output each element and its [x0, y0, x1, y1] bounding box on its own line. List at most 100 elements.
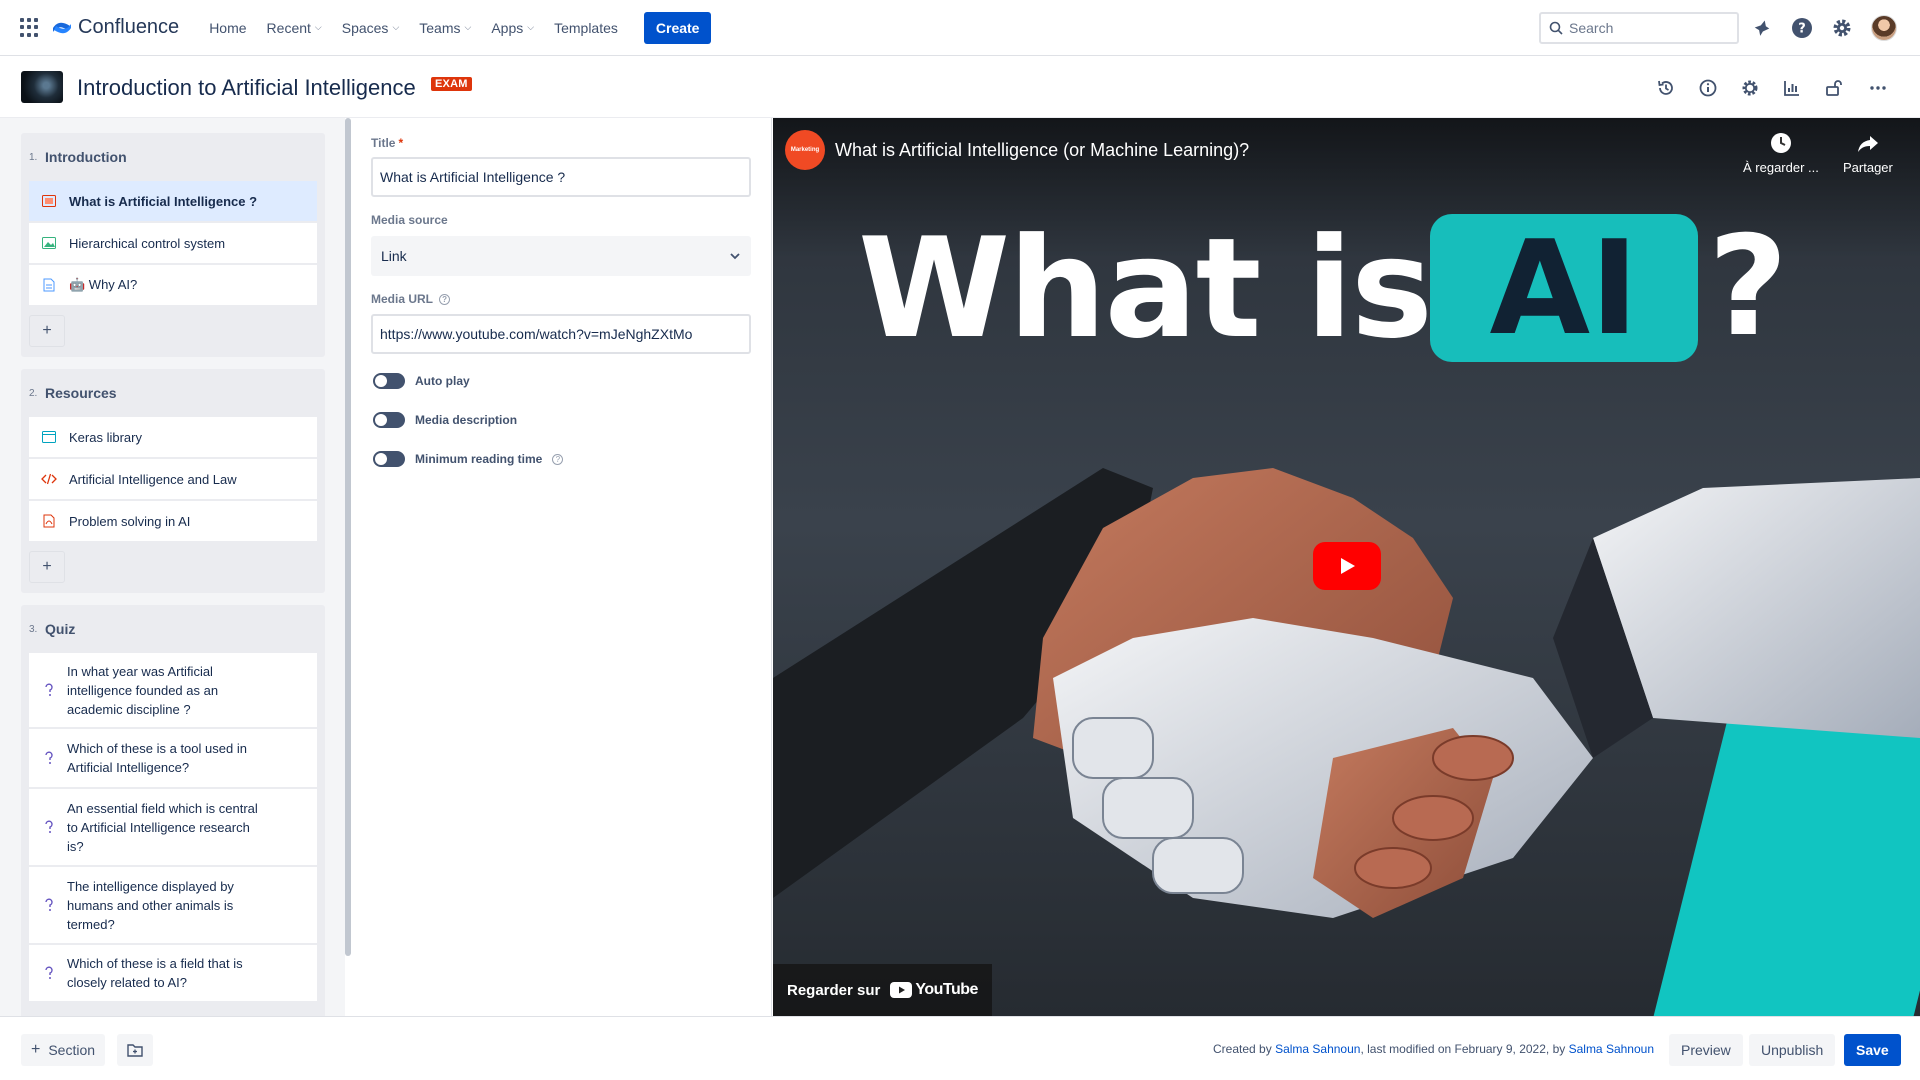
media-source-select[interactable]: Link — [371, 236, 751, 276]
preview-button[interactable]: Preview — [1669, 1034, 1743, 1066]
section-title: Resources — [45, 385, 117, 401]
confluence-logo[interactable]: Confluence — [52, 16, 179, 39]
sidebar-item-quiz-5[interactable]: Which of these is a field that is closel… — [29, 945, 317, 1001]
video-hero-question-mark: ? — [1708, 206, 1789, 367]
add-section-label: Section — [48, 1042, 96, 1058]
play-icon — [1341, 558, 1355, 574]
channel-logo[interactable]: Marketing — [785, 130, 825, 170]
page-settings-icon[interactable] — [1739, 77, 1761, 99]
sidebar: 1. Introduction What is Artificial Intel… — [0, 118, 345, 1016]
modifier-link[interactable]: Salma Sahnoun — [1569, 1042, 1654, 1056]
item-label: Hierarchical control system — [69, 235, 226, 251]
media-url-field[interactable] — [371, 314, 751, 354]
auto-play-toggle[interactable] — [373, 373, 405, 389]
section-title: Introduction — [45, 149, 127, 165]
media-url-label-text: Media URL — [371, 292, 434, 306]
notifications-icon[interactable] — [1750, 16, 1774, 40]
save-button[interactable]: Save — [1844, 1034, 1901, 1066]
nav-teams[interactable]: Teams ⌵ — [409, 20, 481, 36]
quiz-icon — [41, 750, 57, 766]
video-title[interactable]: What is Artificial Intelligence (or Mach… — [835, 140, 1249, 161]
unpublish-button[interactable]: Unpublish — [1749, 1034, 1836, 1066]
web-icon — [41, 429, 57, 445]
chevron-down-icon: ⌵ — [464, 22, 472, 32]
meta-modified: , last modified on February 9, 2022, by — [1360, 1042, 1569, 1056]
sidebar-item-problem-solving[interactable]: Problem solving in AI — [29, 501, 317, 541]
section-header[interactable]: 3. Quiz — [21, 605, 325, 653]
search-box[interactable] — [1539, 12, 1739, 44]
section-quiz: 3. Quiz In what year was Artificial inte… — [21, 605, 325, 1016]
nav-templates[interactable]: Templates — [544, 20, 628, 36]
share-label: Partager — [1843, 160, 1893, 175]
item-label: The intelligence displayed by humans and… — [67, 878, 234, 932]
code-icon — [41, 471, 57, 487]
sidebar-item-quiz-3[interactable]: An essential field which is central to A… — [29, 789, 317, 865]
watch-later-button[interactable]: À regarder ... — [1743, 132, 1819, 175]
minimum-reading-time-toggle[interactable] — [373, 451, 405, 467]
video-hero-ai-box: AI — [1430, 212, 1698, 364]
media-source-label: Media source — [371, 213, 448, 227]
nav-home[interactable]: Home — [199, 20, 256, 36]
quiz-icon — [41, 682, 57, 698]
add-section-button[interactable]: + Section — [21, 1034, 106, 1066]
app-switcher-icon[interactable] — [20, 17, 40, 38]
toggle-media-description: Media description — [373, 412, 517, 428]
unlock-icon[interactable] — [1823, 77, 1845, 99]
nav-spaces[interactable]: Spaces ⌵ — [332, 20, 410, 36]
nav-apps-label: Apps — [491, 19, 524, 36]
section-introduction: 1. Introduction What is Artificial Intel… — [21, 133, 325, 357]
item-label: In what year was Artificial intelligence… — [67, 663, 219, 717]
top-navigation: Confluence Home Recent ⌵ Spaces ⌵ Teams ⌵ A… — [0, 0, 1920, 56]
title-label: Title * — [371, 136, 403, 150]
help-icon[interactable]: ? — [552, 453, 564, 465]
toggle-label: Auto play — [415, 374, 470, 388]
folder-icon — [127, 1044, 143, 1057]
section-header[interactable]: 1. Introduction — [21, 133, 325, 181]
sidebar-item-why-ai[interactable]: 🤖 Why AI? — [29, 265, 317, 305]
required-marker: * — [398, 136, 404, 150]
video-player[interactable]: Marketing What is Artificial Intelligenc… — [773, 118, 1920, 1016]
pdf-icon — [41, 513, 57, 529]
help-icon[interactable]: ? — [1790, 16, 1814, 40]
logo-text: Confluence — [78, 16, 180, 38]
watch-on-label: Regarder sur — [787, 981, 881, 999]
media-form-panel: Title* Media source Link Media URL ? Aut… — [351, 118, 772, 1016]
section-header[interactable]: 2. Resources — [21, 369, 325, 417]
sidebar-item-quiz-1[interactable]: In what year was Artificial intelligence… — [29, 653, 317, 727]
chevron-down-icon: ⌵ — [314, 22, 322, 32]
sidebar-item-what-is-ai[interactable]: What is Artificial Intelligence ? — [29, 181, 317, 221]
create-button[interactable]: Create — [643, 11, 712, 44]
watch-on-youtube-button[interactable]: Regarder sur YouTube — [773, 964, 992, 1016]
media-description-toggle[interactable] — [373, 412, 405, 428]
watch-later-label: À regarder ... — [1743, 160, 1819, 175]
history-icon[interactable] — [1655, 77, 1677, 99]
nav-items: Home Recent ⌵ Spaces ⌵ Teams ⌵ Apps ⌵ Templa… — [199, 11, 712, 44]
play-button[interactable] — [1313, 542, 1381, 590]
info-icon[interactable] — [1697, 77, 1719, 99]
analytics-icon[interactable] — [1781, 77, 1803, 99]
add-folder-button[interactable] — [117, 1034, 153, 1066]
section-number: 2. — [29, 387, 38, 399]
chevron-down-icon: ⌵ — [392, 22, 400, 32]
settings-icon[interactable] — [1830, 16, 1854, 40]
title-field[interactable] — [371, 157, 751, 197]
sidebar-item-ai-law[interactable]: Artificial Intelligence and Law — [29, 459, 317, 499]
item-label: What is Artificial Intelligence ? — [69, 193, 258, 209]
sidebar-item-quiz-4[interactable]: The intelligence displayed by humans and… — [29, 867, 317, 943]
nav-apps[interactable]: Apps ⌵ — [481, 20, 544, 36]
add-item-button[interactable]: + — [29, 551, 65, 583]
svg-text:?: ? — [1798, 22, 1806, 37]
sidebar-item-quiz-2[interactable]: Which of these is a tool used in Artific… — [29, 729, 317, 787]
nav-recent[interactable]: Recent ⌵ — [257, 20, 332, 36]
help-icon[interactable]: ? — [439, 293, 451, 305]
author-link[interactable]: Salma Sahnoun — [1275, 1042, 1360, 1056]
more-icon[interactable] — [1867, 77, 1889, 99]
search-input[interactable] — [1569, 20, 1729, 36]
sidebar-item-keras[interactable]: Keras library — [29, 417, 317, 457]
sidebar-item-hierarchical[interactable]: Hierarchical control system — [29, 223, 317, 263]
share-button[interactable]: Partager — [1843, 132, 1893, 175]
page-icon — [41, 277, 57, 293]
add-item-button[interactable]: + — [29, 315, 65, 347]
section-title: Quiz — [45, 621, 76, 637]
avatar[interactable] — [1871, 15, 1897, 41]
